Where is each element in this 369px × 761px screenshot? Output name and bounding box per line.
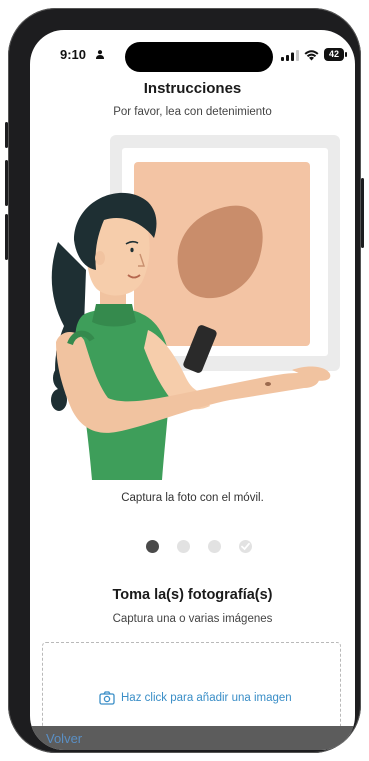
add-image-label: Haz click para añadir una imagen (121, 692, 292, 704)
person-icon (96, 50, 104, 59)
step-dot-2[interactable] (177, 540, 190, 553)
check-icon (241, 542, 250, 551)
photo-section-subtitle: Captura una o varias imágenes (112, 613, 273, 625)
app-screen: 9:10 42 Instrucciones Por favor, lea con… (30, 30, 355, 750)
cellular-signal-icon (281, 50, 299, 61)
page-title: Instrucciones (143, 80, 242, 97)
step-indicator (30, 540, 355, 554)
status-time: 9:10 (60, 47, 87, 62)
battery-nub (345, 52, 347, 57)
wifi-icon (304, 50, 319, 61)
bottom-bar: Volver (30, 726, 355, 750)
page-subtitle: Por favor, lea con detenimiento (113, 106, 272, 118)
step-dot-1[interactable] (146, 540, 159, 553)
battery-icon: 42 (324, 48, 349, 61)
status-bar: 9:10 42 (30, 30, 355, 76)
dynamic-island (125, 42, 273, 72)
power-button (361, 178, 364, 248)
step-dot-3[interactable] (208, 540, 221, 553)
step-caption: Captura la foto con el móvil. (121, 492, 264, 504)
photo-section-title: Toma la(s) fotografía(s) (112, 587, 273, 603)
phone-frame: 9:10 42 Instrucciones Por favor, lea con… (8, 8, 361, 753)
battery-level: 42 (324, 48, 344, 61)
instruction-illustration (51, 135, 340, 480)
camera-icon (99, 691, 115, 705)
back-button[interactable]: Volver (46, 731, 82, 746)
step-dot-done[interactable] (239, 540, 252, 553)
add-image-button[interactable]: Haz click para añadir una imagen (99, 691, 292, 705)
